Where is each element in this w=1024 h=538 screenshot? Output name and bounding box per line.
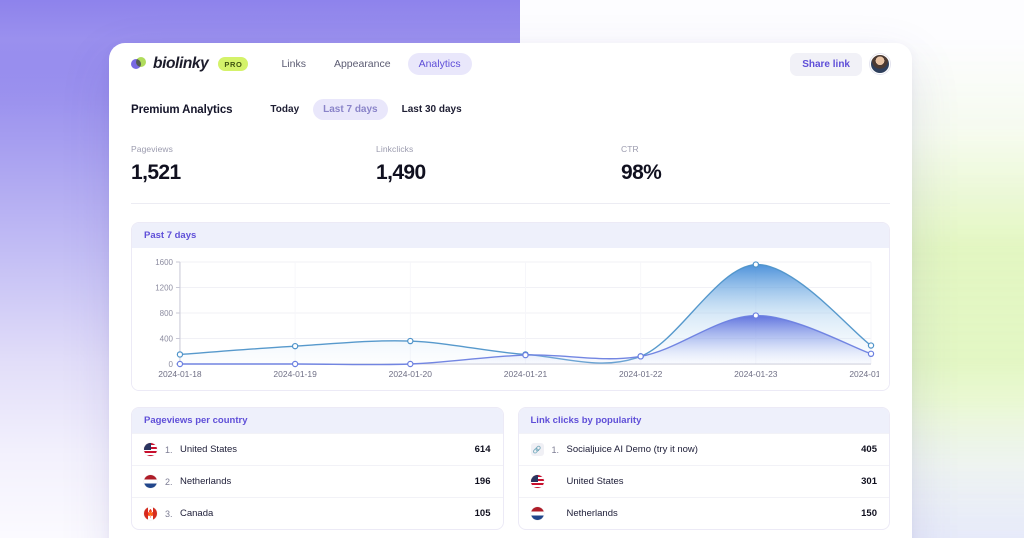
stat-linkclicks: Linkclicks 1,490 [376,144,621,185]
row-rank: 2. [165,476,173,487]
biolinky-logo-icon [131,56,146,72]
flag-nl-icon [144,475,157,488]
row-value: 150 [861,508,877,519]
avatar[interactable] [870,54,890,74]
section-header: Premium Analytics Today Last 7 days Last… [109,85,912,120]
flag-nl-icon [530,507,544,520]
row-value: 196 [474,476,491,487]
section-divider [131,203,890,204]
table-row[interactable]: 🔗 1. Socialjuice AI Demo (try it now) 40… [518,433,889,465]
row-label: Netherlands [180,476,232,487]
stat-value: 98% [621,161,662,184]
chart-panel: Past 7 days 0 400 800 1200 1600 2024-01-18 202… [131,222,890,391]
page-title: Premium Analytics [131,103,233,116]
row-rank: 1. [165,444,173,455]
bottom-panels: Pageviews per country 1. United States 6… [131,407,890,530]
svg-text:0: 0 [169,360,174,369]
svg-text:2024-01-19: 2024-01-19 [273,369,317,379]
row-label: Netherlands [566,508,618,519]
flag-us-icon [144,443,157,456]
row-label: Canada [180,508,214,519]
svg-text:400: 400 [160,334,174,343]
stat-pageviews: Pageviews 1,521 [131,144,376,185]
row-label: United States [566,476,624,487]
row-rank: 3. [165,508,173,519]
row-rank: 1. [551,444,560,455]
chart-body: 0 400 800 1200 1600 2024-01-18 2024-01-19 2024-… [132,248,889,390]
svg-text:1600: 1600 [155,258,173,267]
top-navigation-bar: biolinky PRO Links Appearance Analytics … [109,43,912,85]
table-row[interactable]: 2. Netherlands 196 [132,465,503,497]
svg-text:2024-01-24: 2024-01-24 [849,369,879,379]
countries-panel-title: Pageviews per country [132,408,503,433]
svg-text:2024-01-18: 2024-01-18 [158,369,202,379]
table-row[interactable]: Netherlands 150 [518,497,889,529]
stat-label: CTR [621,144,639,154]
flag-us-icon [530,475,544,488]
stat-label: Pageviews [131,144,174,154]
svg-text:2024-01-21: 2024-01-21 [504,369,548,379]
svg-text:2024-01-20: 2024-01-20 [389,369,433,379]
stat-value: 1,490 [376,161,426,184]
top-bar-right: Share link [790,52,890,76]
row-value: 301 [861,476,877,487]
svg-text:2024-01-22: 2024-01-22 [619,369,663,379]
table-row[interactable]: 1. United States 614 [132,433,503,465]
row-label: Socialjuice AI Demo (try it now) [566,444,698,455]
svg-text:2024-01-23: 2024-01-23 [734,369,778,379]
chart-panel-title: Past 7 days [132,223,889,248]
stat-ctr: CTR 98% [621,144,866,185]
range-tab-last-7-days[interactable]: Last 7 days [313,99,388,120]
flag-ca-icon: 🍁 [144,507,157,520]
primary-nav: Links Appearance Analytics [270,53,472,75]
table-row[interactable]: United States 301 [518,465,889,497]
stat-value: 1,521 [131,161,181,184]
range-tab-last-30-days[interactable]: Last 30 days [392,99,472,120]
nav-item-links[interactable]: Links [270,53,317,75]
screenshot-root: biolinky PRO Links Appearance Analytics … [0,0,1024,538]
row-value: 105 [474,508,491,519]
stat-label: Linkclicks [376,144,414,154]
row-value: 405 [861,444,877,455]
brand-name: biolinky [153,55,209,72]
nav-item-appearance[interactable]: Appearance [323,53,402,75]
brand-logo[interactable]: biolinky PRO [131,55,249,73]
link-icon: 🔗 [530,443,544,456]
links-panel-title: Link clicks by popularity [518,408,889,433]
link-clicks-panel: Link clicks by popularity 🔗 1. Socialjui… [517,407,890,530]
table-row[interactable]: 🍁 3. Canada 105 [132,497,503,529]
row-label: United States [180,444,238,455]
share-link-button[interactable]: Share link [790,52,862,76]
date-range-tabs: Today Last 7 days Last 30 days [260,99,471,120]
range-tab-today[interactable]: Today [260,99,309,120]
nav-item-analytics[interactable]: Analytics [407,53,472,75]
stats-row: Pageviews 1,521 Linkclicks 1,490 CTR 98% [109,120,912,185]
svg-text:800: 800 [160,309,174,318]
analytics-area-chart: 0 400 800 1200 1600 2024-01-18 2024-01-19 2024-… [155,258,879,379]
app-window: biolinky PRO Links Appearance Analytics … [109,43,912,538]
svg-text:1200: 1200 [155,283,173,292]
pageviews-per-country-panel: Pageviews per country 1. United States 6… [131,407,504,530]
pro-badge: PRO [218,57,249,71]
row-value: 614 [474,444,491,455]
